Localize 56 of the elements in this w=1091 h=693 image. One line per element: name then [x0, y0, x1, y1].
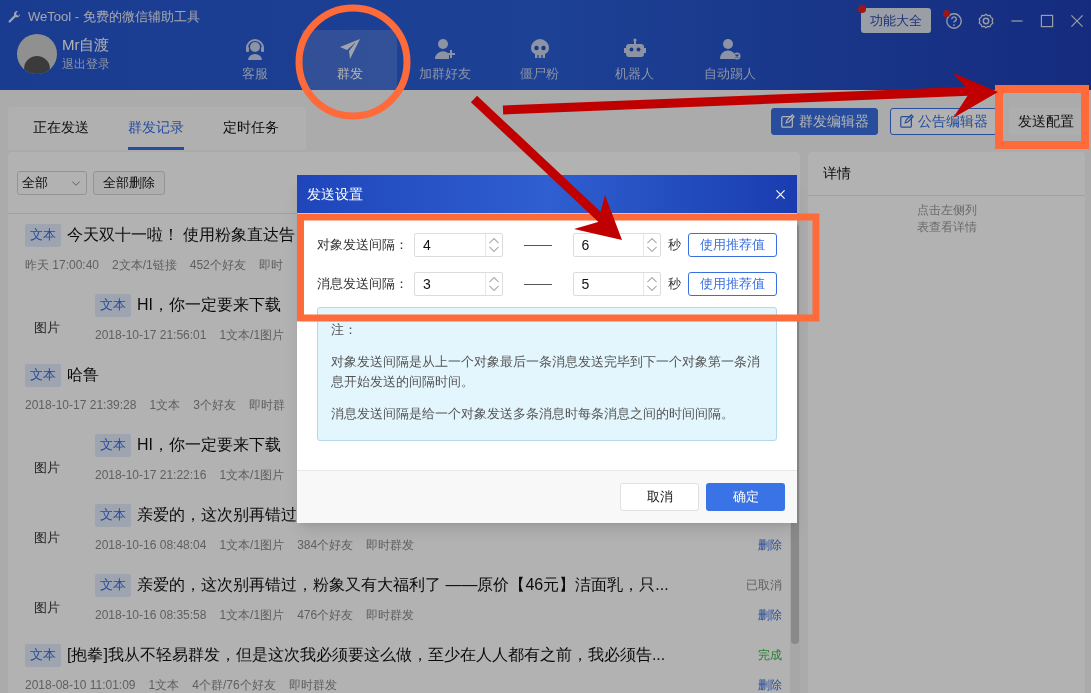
unit-label: 秒 [668, 236, 682, 255]
record-meta: 4个群/76个好友 [192, 677, 276, 693]
record-meta: 384个好友 [297, 537, 354, 554]
record-meta: 即时群发 [288, 677, 337, 693]
field-label: 消息发送间隔： [317, 275, 409, 294]
field-label: 对象发送间隔： [317, 236, 409, 255]
media-label: 图片 [34, 529, 60, 548]
type-tag: 文本 [25, 643, 61, 667]
record-meta: 即时群发 [366, 537, 415, 554]
type-tag: 文本 [25, 363, 61, 387]
details-hint: 点击左侧列表查看详情 [915, 202, 978, 236]
record-meta: 3个好友 [193, 397, 236, 414]
media-label: 图片 [34, 459, 60, 478]
record-meta: 昨天 17:00:40 [25, 257, 100, 274]
user-name: Mr自渡 [62, 35, 110, 55]
record-meta: 2018-10-16 08:35:58 [95, 607, 207, 624]
record-meta: 1文本/1图片 [219, 327, 285, 344]
record-meta: 即时群 [248, 397, 285, 414]
record-meta: 1文本/1图片 [219, 537, 285, 554]
record-meta: 2文本/1链接 [112, 257, 177, 274]
record-text: 亲爱的，这次别再错过，粉象又有大福利了 ——原价【46元】洁面乳，只... [137, 575, 669, 595]
note-text: 对象发送间隔是从上一个对象最后一条消息发送完毕到下一个对象第一条消息开始发送的间隔时间。 [331, 352, 761, 391]
note-heading: 注： [331, 321, 358, 339]
record-meta: 2018-10-17 21:39:28 [25, 397, 137, 414]
record-meta: 476个好友 [297, 607, 354, 624]
record-meta: 1文本/1图片 [219, 467, 285, 484]
type-tag: 文本 [95, 503, 131, 527]
record-text: HI，你一定要来下载 [137, 435, 281, 455]
record-text: 亲爱的，这次别再错过 [137, 505, 297, 525]
record-meta: 2018-10-17 21:56:01 [95, 327, 207, 344]
record-meta: 1文本 [149, 397, 181, 414]
record-meta: 即时群发 [366, 607, 415, 624]
status-text: 已取消 [746, 577, 782, 594]
status-text: 完成 [758, 647, 782, 664]
details-title: 详情 [823, 164, 851, 183]
type-tag: 文本 [95, 433, 131, 457]
record-text: HI，你一定要来下载 [137, 295, 281, 315]
record-text: 今天双十一啦！ 使用粉象直达告 [67, 225, 296, 245]
type-tag: 文本 [95, 573, 131, 597]
record-meta: 2018-10-16 08:48:04 [95, 537, 207, 554]
record-meta: 即时 [258, 257, 283, 274]
record-text: 哈鲁 [67, 365, 99, 385]
record-meta: 1文本/1图片 [219, 607, 285, 624]
window-title: WeTool - 免费的微信辅助工具 [28, 8, 200, 27]
dialog-title: 发送设置 [307, 184, 363, 204]
media-label: 图片 [34, 319, 60, 338]
media-label: 图片 [34, 599, 60, 618]
record-meta: 1文本 [148, 677, 180, 693]
note-text: 消息发送间隔是给一个对象发送多条消息时每条消息之间的时间间隔。 [331, 404, 735, 423]
record-meta: 452个好友 [189, 257, 246, 274]
record-meta: 2018-10-17 21:22:16 [95, 467, 207, 484]
record-text: [抱拳]我从不轻易群发，但是这次我必须要这么做，至少在人人都有之前，我必须告... [67, 645, 666, 665]
type-tag: 文本 [25, 223, 61, 247]
type-tag: 文本 [95, 293, 131, 317]
record-meta: 2018-08-10 11:01:09 [25, 677, 136, 693]
unit-label: 秒 [668, 275, 682, 294]
